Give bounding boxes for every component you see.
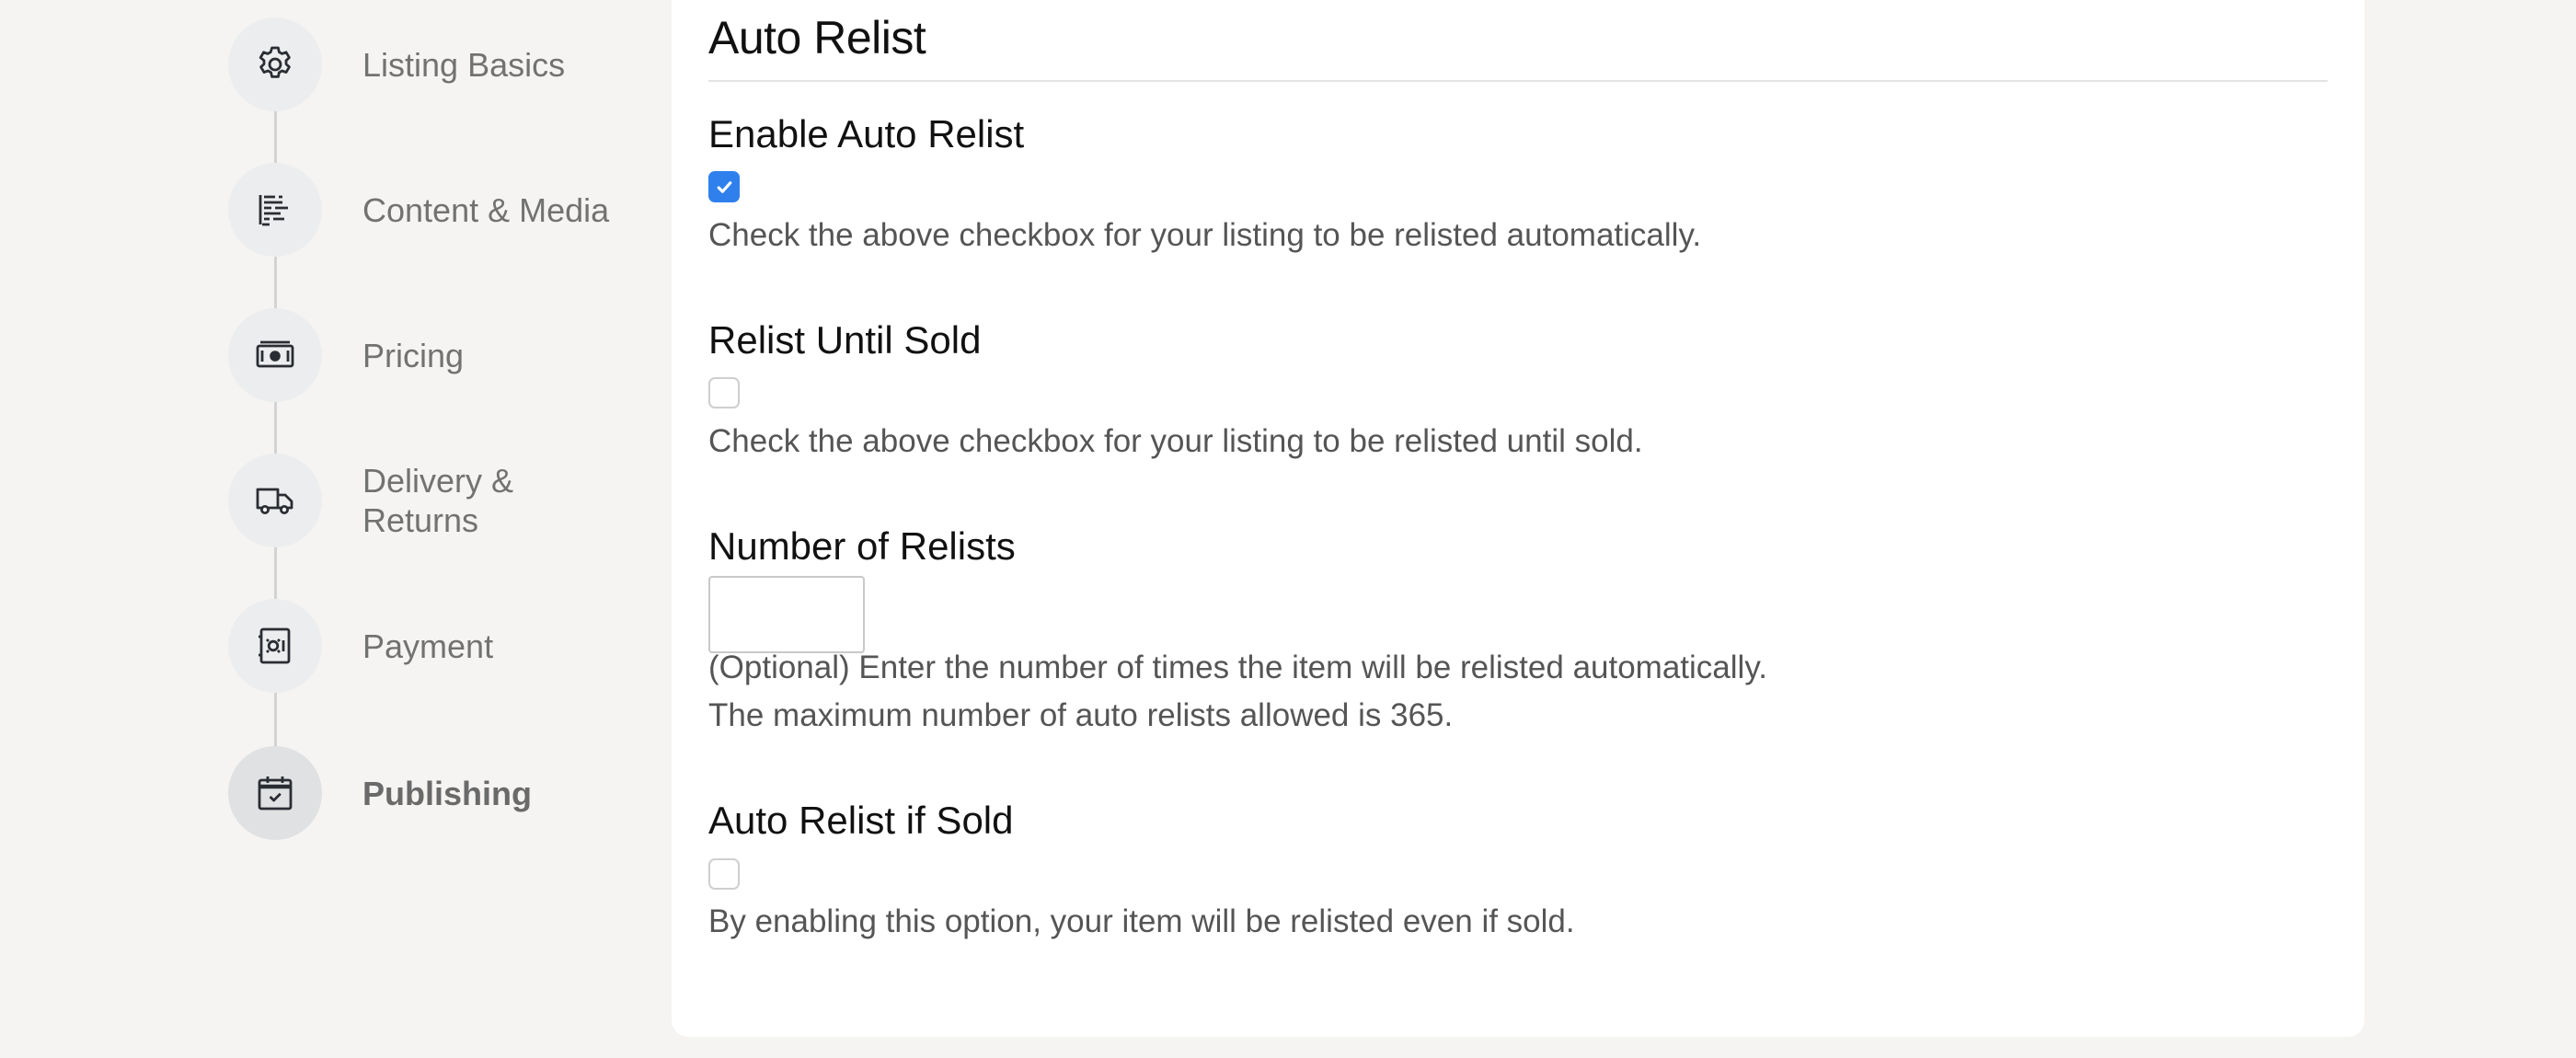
step-icon-wrap xyxy=(228,308,322,402)
step-connector xyxy=(274,690,277,747)
step-label: Delivery & Returns xyxy=(362,462,514,539)
step-label: Content & Media xyxy=(362,190,610,229)
step-icon-wrap xyxy=(228,454,322,547)
enable-auto-relist-label: Enable Auto Relist xyxy=(708,112,1025,155)
step-icon-wrap xyxy=(228,599,322,693)
step-connector xyxy=(274,109,277,166)
safe-icon xyxy=(259,627,291,664)
relist-until-sold-help: Check the above checkbox for your listin… xyxy=(708,423,1643,459)
step-label: Pricing xyxy=(362,336,465,374)
step-listing-basics[interactable]: Listing Basics xyxy=(228,17,651,112)
number-of-relists-max-note: The maximum number of auto relists allow… xyxy=(708,697,1454,733)
step-publishing[interactable]: Publishing xyxy=(228,745,651,841)
cash-icon xyxy=(256,340,294,368)
divider xyxy=(708,80,2328,82)
step-payment[interactable]: Payment xyxy=(228,598,651,694)
number-of-relists-label: Number of Relists xyxy=(708,524,1016,568)
step-navigation: Listing Basics Content & Media Pricing D… xyxy=(228,0,651,1058)
enable-auto-relist-help: Check the above checkbox for your listin… xyxy=(708,217,1702,253)
step-pricing[interactable]: Pricing xyxy=(228,307,651,403)
auto-relist-if-sold-checkbox[interactable] xyxy=(708,858,740,890)
step-icon-wrap xyxy=(228,17,322,111)
step-icon-wrap xyxy=(228,163,322,257)
step-label: Payment xyxy=(362,627,494,665)
step-delivery-returns[interactable]: Delivery & Returns xyxy=(228,453,651,548)
step-connector xyxy=(274,545,277,602)
calendar-check-icon xyxy=(258,776,293,811)
step-label: Listing Basics xyxy=(362,45,566,84)
text-lines-icon xyxy=(259,195,288,226)
truck-icon xyxy=(256,488,293,514)
relist-until-sold-checkbox[interactable] xyxy=(708,377,740,408)
section-title: Auto Relist xyxy=(708,12,926,63)
number-of-relists-help: (Optional) Enter the number of times the… xyxy=(708,650,1767,685)
step-connector xyxy=(274,254,277,311)
page: Listing Basics Content & Media Pricing D… xyxy=(0,0,2576,1058)
step-icon-wrap xyxy=(228,746,322,840)
enable-auto-relist-checkbox[interactable] xyxy=(708,171,740,202)
check-icon xyxy=(717,181,732,193)
auto-relist-if-sold-label: Auto Relist if Sold xyxy=(708,799,1014,842)
step-content-media[interactable]: Content & Media xyxy=(228,162,651,258)
gear-icon xyxy=(259,46,291,78)
step-connector xyxy=(274,399,277,456)
auto-relist-if-sold-help: By enabling this option, your item will … xyxy=(708,903,1575,939)
number-of-relists-input[interactable] xyxy=(708,576,865,653)
auto-relist-card: Auto Relist Enable Auto Relist Check the… xyxy=(672,0,2364,1037)
step-label: Publishing xyxy=(362,774,532,812)
relist-until-sold-label: Relist Until Sold xyxy=(708,318,982,362)
